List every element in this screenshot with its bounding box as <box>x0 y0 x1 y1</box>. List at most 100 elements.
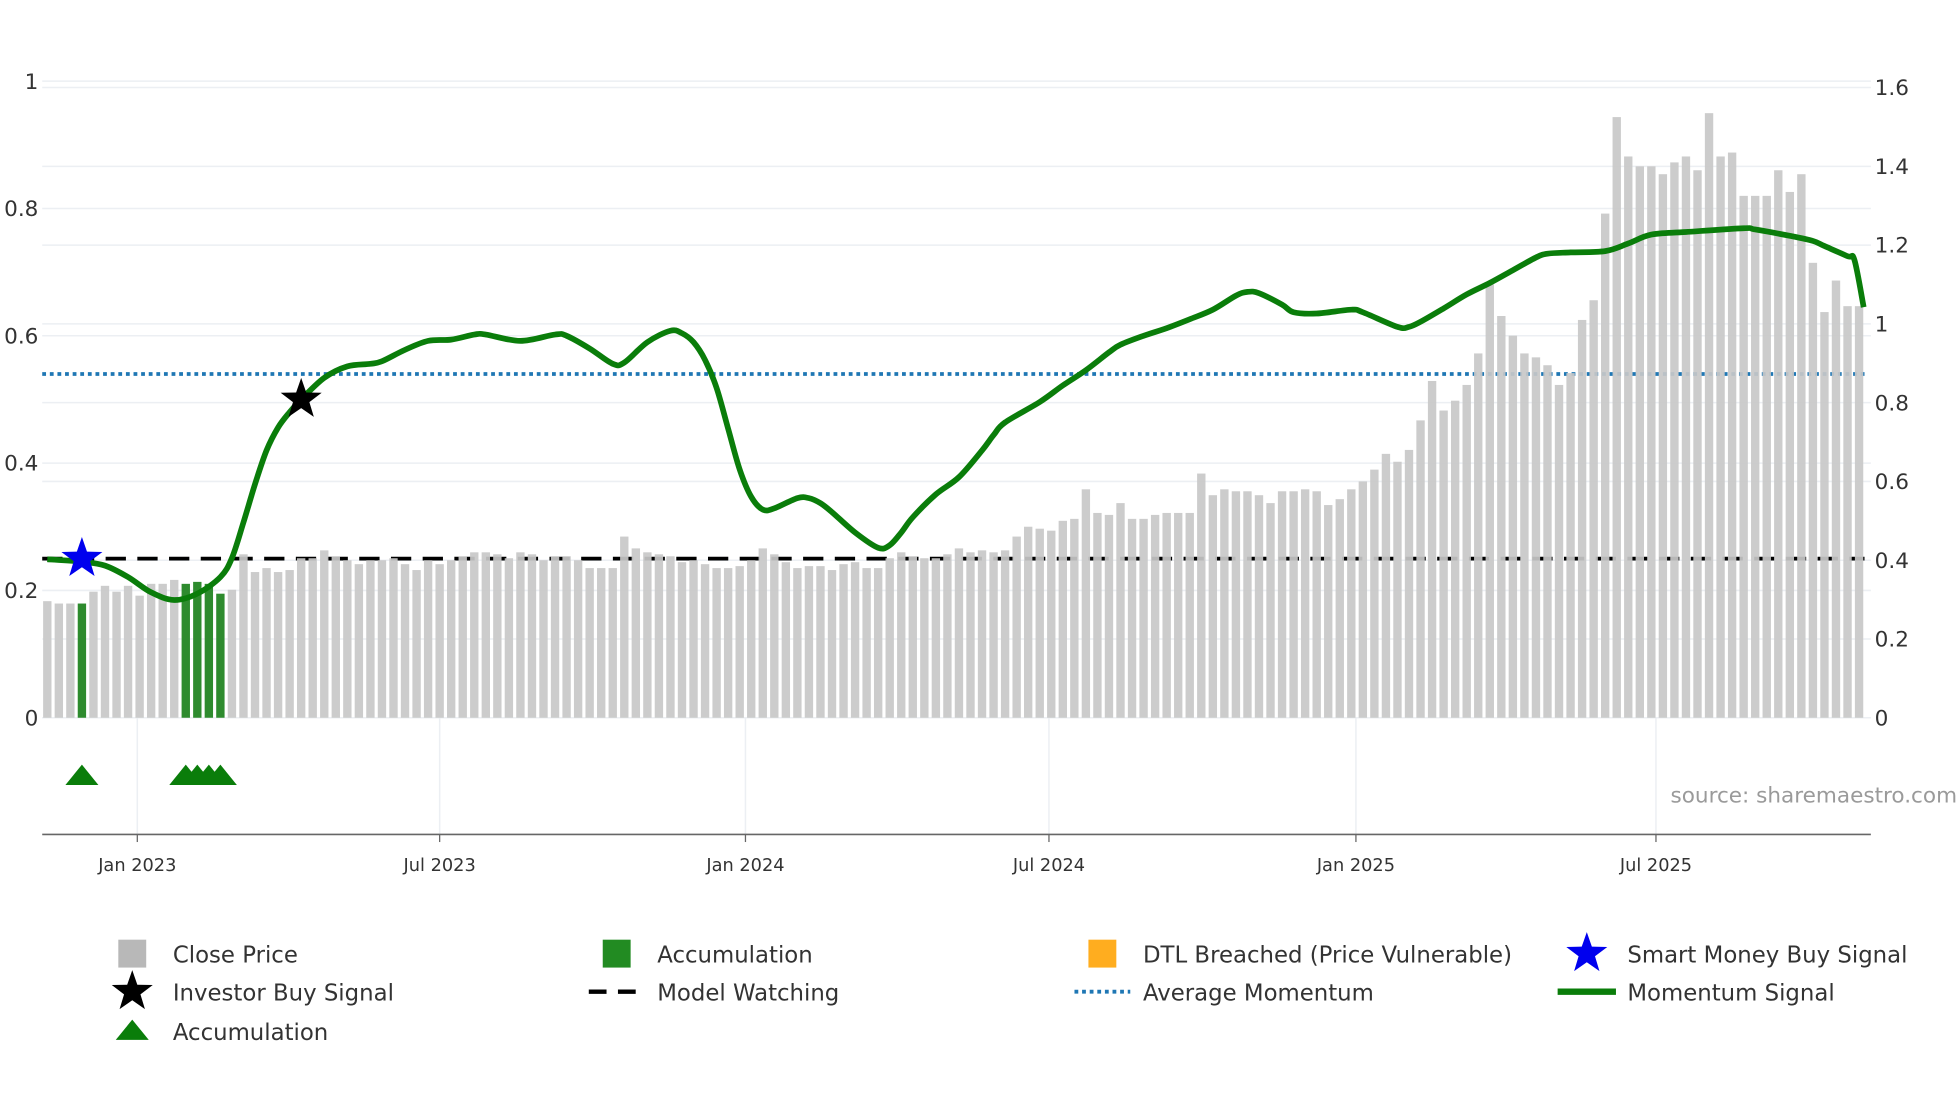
close-price-bar <box>1554 384 1564 718</box>
close-price-bar <box>643 552 652 718</box>
close-price-bar <box>1220 489 1229 718</box>
close-price-bar <box>1081 489 1091 718</box>
close-price-bar <box>504 558 514 718</box>
x-tick-label: Jan 2023 <box>97 856 176 876</box>
close-price-bar <box>781 562 791 718</box>
close-price-bar <box>977 550 987 718</box>
y-right-tick-label: 1 <box>1875 312 1889 337</box>
close-price-bar <box>1058 520 1067 718</box>
close-price-bar <box>689 560 698 718</box>
close-price-bar <box>1785 191 1795 718</box>
close-price-bar <box>262 568 271 718</box>
close-price-bar <box>562 556 571 718</box>
close-price-bar <box>227 589 237 718</box>
x-tick-label: Jan 2024 <box>705 856 784 876</box>
close-price-bar <box>481 552 490 718</box>
close-price-bar <box>285 570 294 718</box>
close-price-bar <box>1289 491 1298 718</box>
legend-square-icon <box>118 939 147 968</box>
close-price-bar <box>146 583 156 718</box>
close-price-bar <box>366 560 375 718</box>
close-price-bar <box>1427 380 1437 718</box>
close-price-bar <box>1208 495 1218 718</box>
accumulation-bar <box>193 581 202 718</box>
legend-item: Accumulation <box>115 1019 328 1046</box>
y-right-tick-label: 1.2 <box>1875 234 1909 259</box>
close-price-bar <box>1716 156 1725 718</box>
close-price-bar <box>1577 319 1587 718</box>
y-left-tick-label: 0.4 <box>4 452 38 477</box>
close-price-bar <box>1358 481 1368 718</box>
close-price-bar <box>1024 526 1033 718</box>
close-price-bar <box>1116 503 1125 718</box>
close-price-bar <box>308 558 317 718</box>
close-price-bar <box>158 583 167 718</box>
close-price-bar <box>1462 384 1471 718</box>
close-price-bar <box>1093 512 1102 718</box>
legend-star-icon <box>111 970 153 1010</box>
legend-square-icon <box>602 939 631 968</box>
close-price-bar <box>1774 170 1783 718</box>
legend-item: Model Watching <box>588 981 839 1007</box>
legend-item: Investor Buy Signal <box>111 970 394 1010</box>
close-price-bar <box>389 558 398 718</box>
close-price-bar <box>343 560 352 718</box>
close-price-bar <box>1070 518 1079 718</box>
close-price-bar <box>1000 550 1010 718</box>
close-price-bar <box>931 558 941 718</box>
close-price-bar <box>1012 536 1021 718</box>
close-price-bar <box>239 554 248 718</box>
close-price-bar <box>1739 195 1748 718</box>
close-price-bar <box>1127 518 1137 718</box>
momentum-chart: Jan 2023 Jul 2023 Jan 2024 Jul 2024 Jan 2025… <box>4 70 1957 1046</box>
close-price-bar <box>654 554 664 718</box>
close-price-bar <box>1381 453 1391 718</box>
close-price-bar <box>1277 491 1287 718</box>
close-price-bar <box>1843 306 1852 718</box>
close-price-bar <box>1047 530 1056 718</box>
y-right-tick-label: 0.8 <box>1875 391 1909 416</box>
x-tick-label: Jul 2023 <box>403 856 476 876</box>
close-price-bar <box>1635 166 1644 718</box>
close-price-bar <box>1751 195 1760 718</box>
close-price-bar <box>1485 284 1494 718</box>
close-price-bar <box>112 591 121 718</box>
close-price-bar <box>1543 365 1552 718</box>
close-price-bar <box>1704 113 1714 718</box>
x-tick-label: Jul 2025 <box>1619 856 1692 876</box>
close-price-bar <box>631 548 641 718</box>
accumulation-bar <box>216 593 225 718</box>
close-price-bar <box>989 552 998 718</box>
close-price-bar <box>827 570 837 718</box>
close-price-bar <box>585 568 594 718</box>
close-price-bar <box>54 603 64 718</box>
close-price-bar <box>966 552 975 718</box>
close-price-bar <box>539 560 548 718</box>
close-price-bar <box>516 552 525 718</box>
close-price-bar <box>320 550 329 718</box>
legend-label: Accumulation <box>657 943 812 969</box>
y-right-tick-label: 1.6 <box>1875 76 1909 101</box>
close-price-bar <box>89 591 98 718</box>
accumulation-triangle-icon <box>65 764 99 785</box>
close-price-bar <box>1231 491 1241 718</box>
close-price-bar <box>1612 117 1621 718</box>
close-price-bar <box>43 601 52 718</box>
close-price-bar <box>1312 491 1321 718</box>
close-price-bar <box>1035 528 1044 718</box>
close-price-bar <box>666 556 675 718</box>
close-price-bar <box>354 564 364 718</box>
close-price-bar <box>1162 512 1171 718</box>
close-price-bar <box>250 572 260 718</box>
y-right-tick-label: 0.6 <box>1875 470 1909 495</box>
close-price-bar <box>897 552 906 718</box>
close-price-bar <box>1185 512 1194 718</box>
close-price-bar <box>1266 503 1275 718</box>
close-price-bar <box>954 548 964 718</box>
close-price-bar <box>296 558 306 718</box>
close-price-bar <box>573 560 583 718</box>
close-price-bar <box>1647 166 1656 718</box>
close-price-bar <box>700 564 710 718</box>
close-price-bar <box>1508 335 1518 718</box>
close-price-bar <box>1520 353 1529 718</box>
